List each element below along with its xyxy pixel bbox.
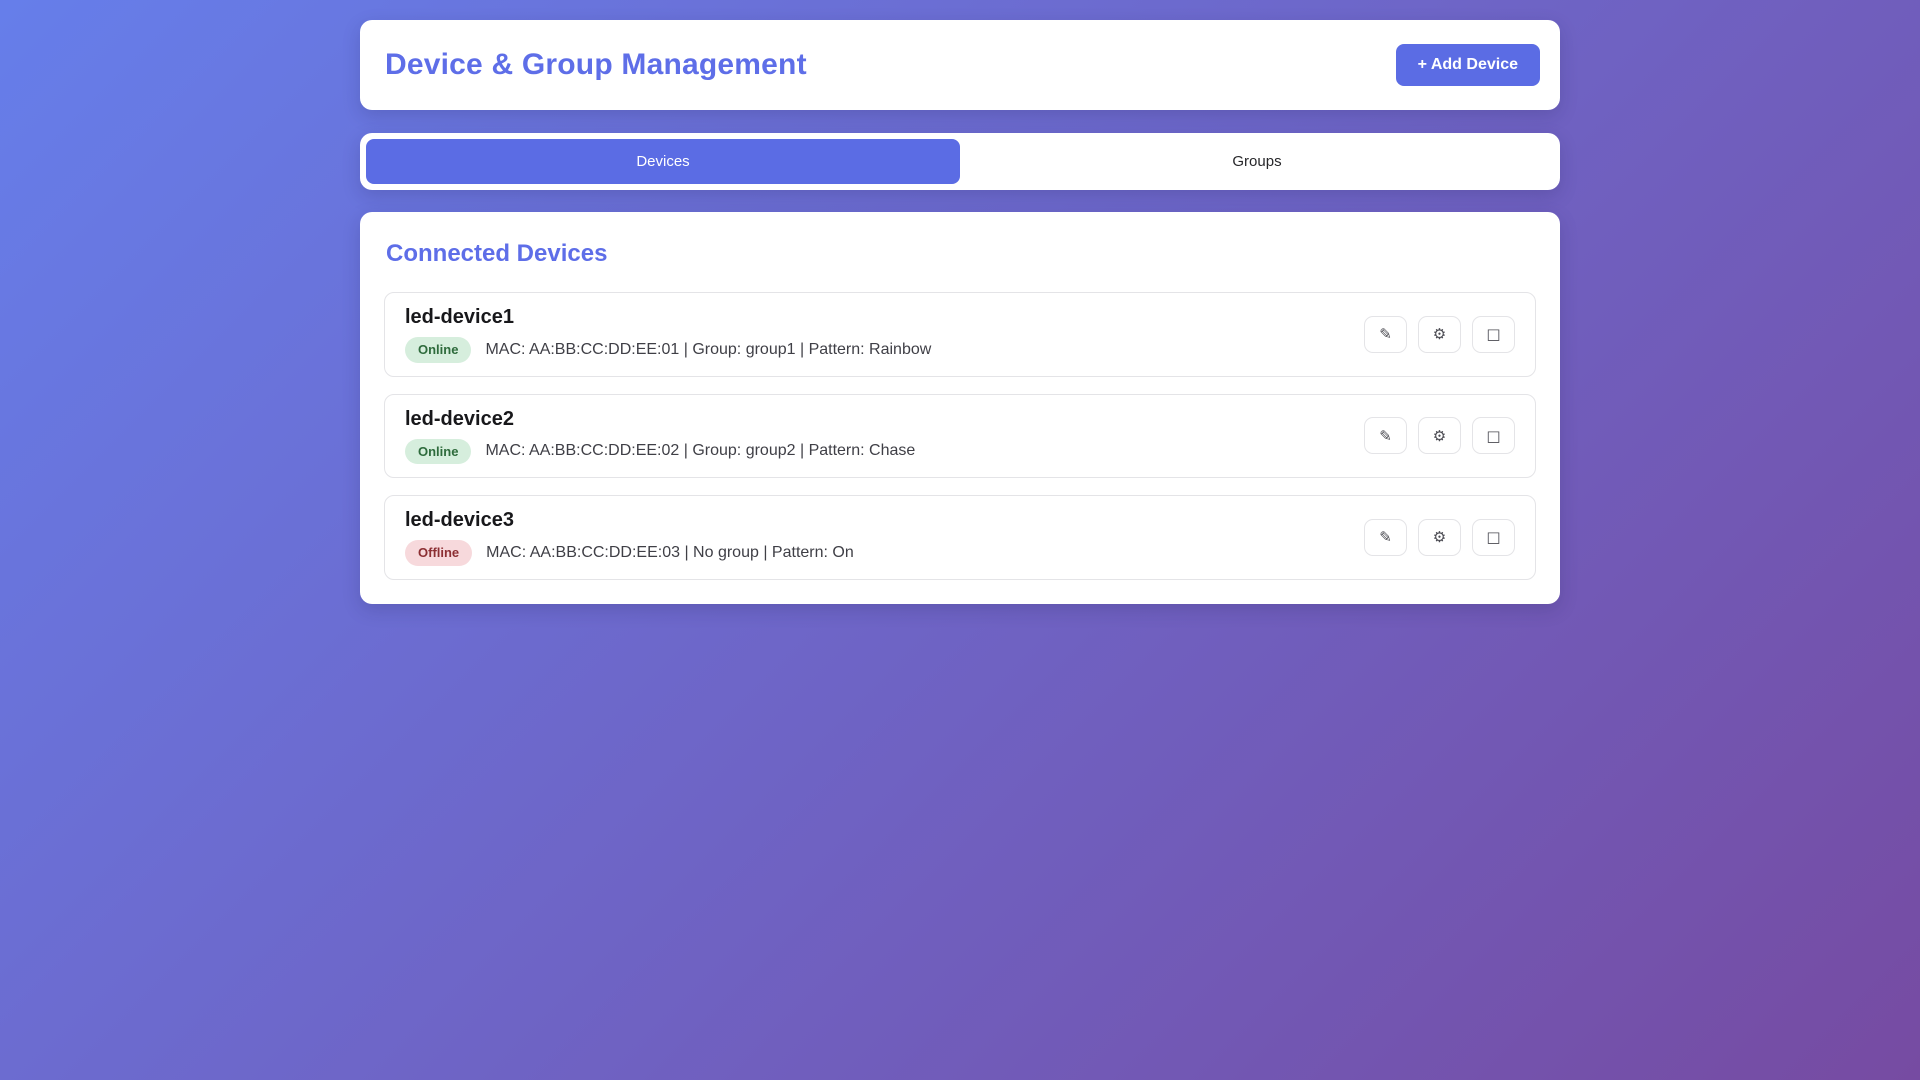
device-row-led-device2: led-device2 Online MAC: AA:BB:CC:DD:EE:0… [384,394,1536,479]
device-meta-row: Offline MAC: AA:BB:CC:DD:EE:03 | No grou… [405,540,854,566]
device-settings-button[interactable]: ⚙ [1418,316,1461,353]
stop-pattern-button[interactable]: □ [1472,519,1515,556]
page-title: Device & Group Management [385,48,807,82]
device-meta: MAC: AA:BB:CC:DD:EE:03 | No group | Patt… [486,544,854,562]
section-title: Connected Devices [386,240,1536,268]
device-actions: ✎ ⚙ □ [1364,519,1515,556]
square-icon: □ [1486,427,1500,445]
tab-devices[interactable]: Devices [366,139,960,184]
device-name: led-device1 [405,306,931,329]
device-name: led-device2 [405,408,915,431]
gear-icon: ⚙ [1433,528,1446,546]
device-meta-row: Online MAC: AA:BB:CC:DD:EE:01 | Group: g… [405,337,931,363]
status-badge: Offline [405,540,472,566]
device-row-led-device3: led-device3 Offline MAC: AA:BB:CC:DD:EE:… [384,495,1536,580]
device-info: led-device3 Offline MAC: AA:BB:CC:DD:EE:… [405,509,854,566]
device-actions: ✎ ⚙ □ [1364,316,1515,353]
device-meta-row: Online MAC: AA:BB:CC:DD:EE:02 | Group: g… [405,439,915,465]
device-actions: ✎ ⚙ □ [1364,417,1515,454]
device-info: led-device2 Online MAC: AA:BB:CC:DD:EE:0… [405,408,915,465]
edit-device-button[interactable]: ✎ [1364,417,1407,454]
tab-bar: Devices Groups [360,133,1560,190]
square-icon: □ [1486,528,1500,546]
status-badge: Online [405,337,471,363]
device-settings-button[interactable]: ⚙ [1418,519,1461,556]
tab-groups[interactable]: Groups [960,139,1554,184]
edit-icon: ✎ [1379,325,1392,343]
status-badge: Online [405,439,471,465]
edit-device-button[interactable]: ✎ [1364,519,1407,556]
connected-devices-card: Connected Devices led-device1 Online MAC… [360,212,1560,604]
header-card: Device & Group Management + Add Device [360,20,1560,110]
device-settings-button[interactable]: ⚙ [1418,417,1461,454]
stop-pattern-button[interactable]: □ [1472,316,1515,353]
device-meta: MAC: AA:BB:CC:DD:EE:01 | Group: group1 |… [485,341,931,359]
page-container: Device & Group Management + Add Device D… [360,0,1560,604]
edit-device-button[interactable]: ✎ [1364,316,1407,353]
device-row-led-device1: led-device1 Online MAC: AA:BB:CC:DD:EE:0… [384,292,1536,377]
add-device-button[interactable]: + Add Device [1396,44,1540,86]
square-icon: □ [1486,325,1500,343]
edit-icon: ✎ [1379,427,1392,445]
stop-pattern-button[interactable]: □ [1472,417,1515,454]
edit-icon: ✎ [1379,528,1392,546]
device-info: led-device1 Online MAC: AA:BB:CC:DD:EE:0… [405,306,931,363]
gear-icon: ⚙ [1433,427,1446,445]
gear-icon: ⚙ [1433,325,1446,343]
device-meta: MAC: AA:BB:CC:DD:EE:02 | Group: group2 |… [485,442,915,460]
device-name: led-device3 [405,509,854,532]
